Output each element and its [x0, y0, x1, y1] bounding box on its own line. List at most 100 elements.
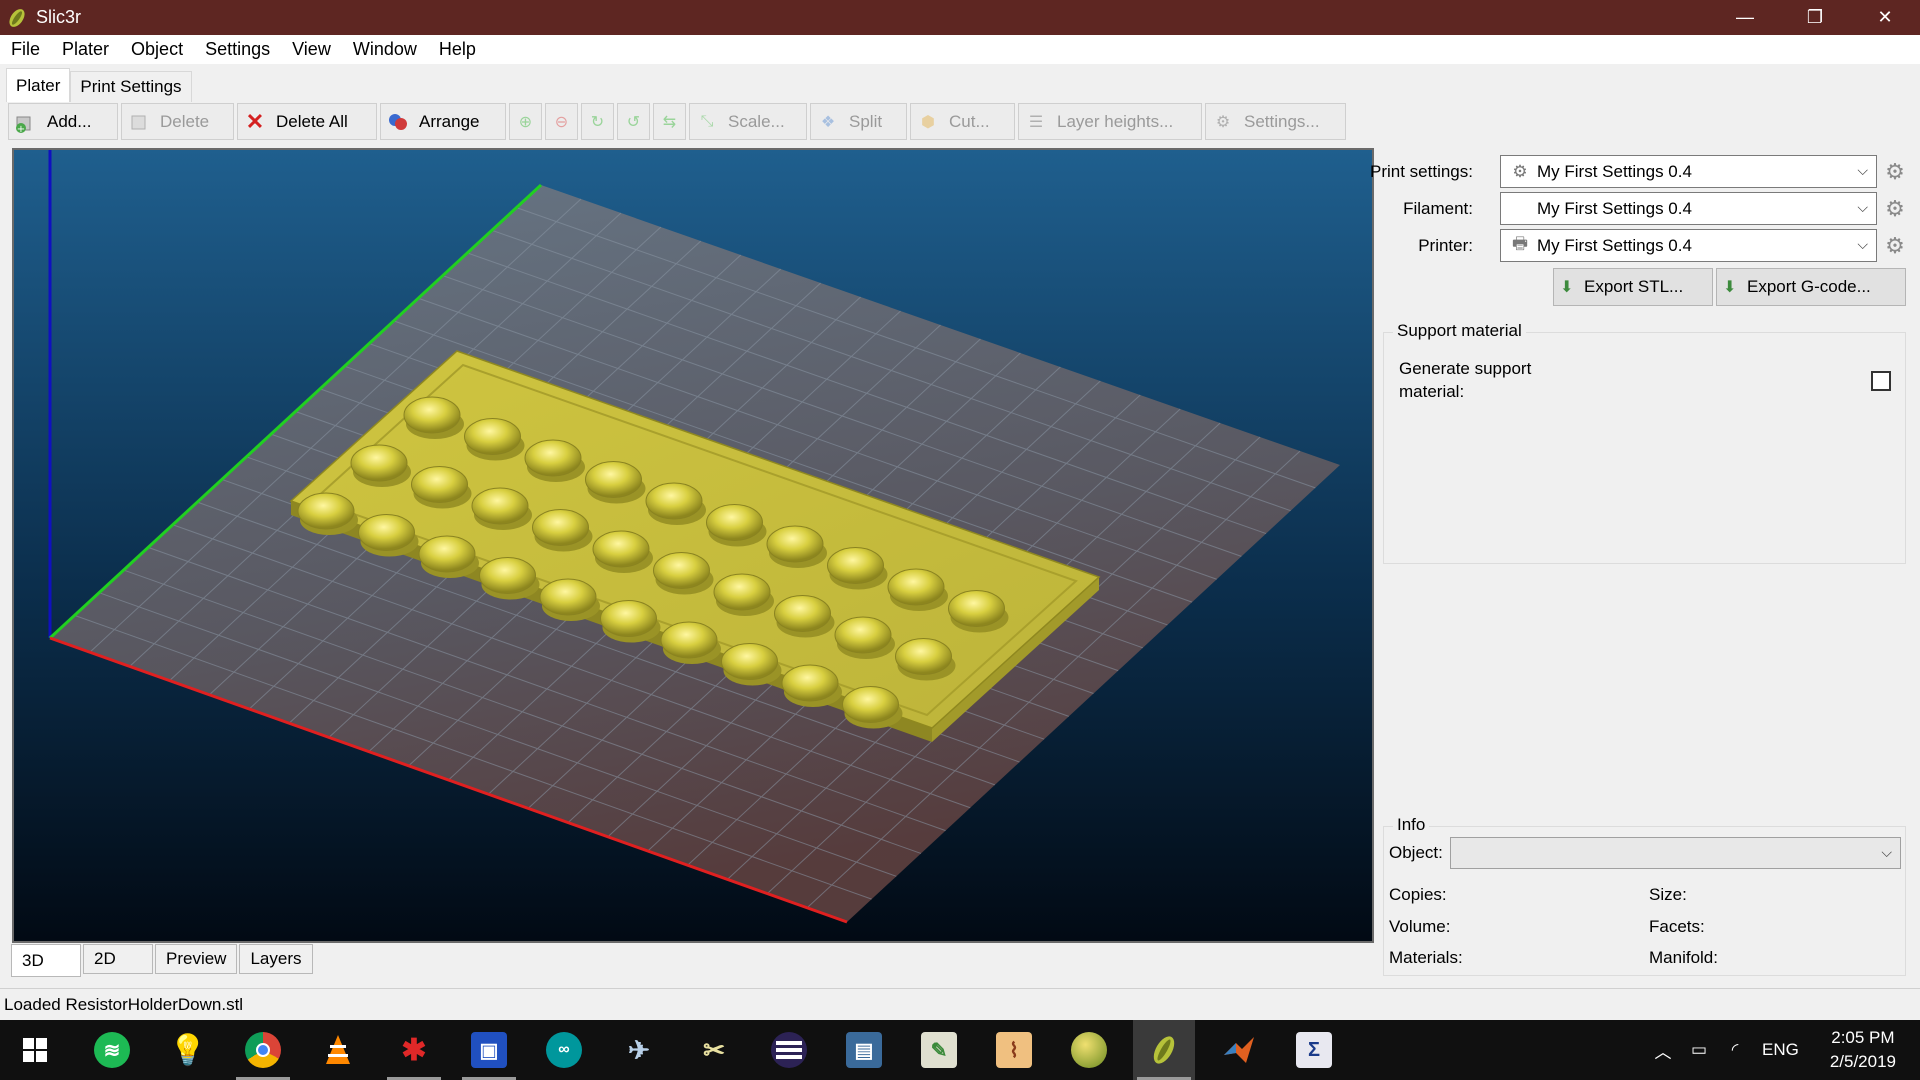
print-settings-cog-icon: ⚙: [1512, 161, 1528, 181]
tab-plater[interactable]: Plater: [6, 68, 71, 102]
slic3r-logo-icon: [1146, 1032, 1182, 1068]
printer-gear-button[interactable]: ⚙: [1883, 234, 1907, 258]
filament-color-icon: [1509, 198, 1531, 220]
vlc-cone-icon: [320, 1032, 356, 1068]
taskbar-clock[interactable]: 2:05 PM 2/5/2019: [1830, 1026, 1896, 1074]
stud-dome: [464, 418, 521, 455]
tab-preview[interactable]: Preview: [155, 944, 238, 974]
taskbar-app-bird[interactable]: ✈: [608, 1020, 670, 1080]
stud-dome: [585, 461, 642, 498]
tab-layers[interactable]: Layers: [239, 944, 313, 974]
decrease-copies-button[interactable]: ⊖: [545, 103, 578, 140]
volume-label: Volume:: [1389, 917, 1451, 936]
print-settings-combo[interactable]: ⚙ My First Settings 0.4 ⌵: [1500, 155, 1877, 188]
scale-button[interactable]: ⤡ Scale...: [689, 103, 807, 140]
taskbar-app-chart[interactable]: ✎: [908, 1020, 970, 1080]
svg-text:+: +: [17, 124, 25, 133]
menu-help[interactable]: Help: [428, 39, 487, 60]
filament-combo[interactable]: My First Settings 0.4 ⌵: [1500, 192, 1877, 225]
menu-object[interactable]: Object: [120, 39, 194, 60]
chevron-down-icon: ⌵: [1857, 162, 1868, 178]
tab-2d[interactable]: 2D: [83, 944, 153, 974]
bird-icon: ✈: [628, 1034, 650, 1065]
menu-plater[interactable]: Plater: [51, 39, 120, 60]
arrange-icon: [387, 111, 409, 133]
cut-button[interactable]: ⬢ Cut...: [910, 103, 1015, 140]
taskbar-eclipse[interactable]: [758, 1020, 820, 1080]
object-label: Object:: [1389, 843, 1443, 862]
spotify-icon: ≋: [94, 1032, 130, 1068]
menu-window[interactable]: Window: [342, 39, 428, 60]
close-button[interactable]: ✕: [1850, 0, 1920, 35]
export-gcode-button[interactable]: ⬇ Export G-code...: [1716, 268, 1906, 306]
minimize-button[interactable]: —: [1710, 0, 1780, 35]
add-button[interactable]: + Add...: [8, 103, 118, 140]
arrange-button[interactable]: Arrange: [380, 103, 506, 140]
taskbar-arduino[interactable]: ∞: [533, 1020, 595, 1080]
export-stl-button[interactable]: ⬇ Export STL...: [1553, 268, 1713, 306]
3d-viewport[interactable]: [12, 148, 1374, 943]
start-button[interactable]: [4, 1020, 66, 1080]
3d-scene[interactable]: [14, 150, 1372, 941]
settings-button[interactable]: ⚙ Settings...: [1205, 103, 1346, 140]
rotate-ccw-button[interactable]: ↺: [617, 103, 650, 140]
menu-file[interactable]: File: [0, 39, 51, 60]
menu-settings[interactable]: Settings: [194, 39, 281, 60]
taskbar-app-schematic[interactable]: ⌇: [983, 1020, 1045, 1080]
tab-3d[interactable]: 3D: [11, 944, 81, 977]
print-settings-gear-button[interactable]: ⚙: [1883, 160, 1907, 184]
arduino-icon: ∞: [546, 1032, 582, 1068]
wifi-icon[interactable]: ◜: [1722, 1040, 1748, 1060]
menu-bar: File Plater Object Settings View Window …: [0, 35, 1920, 64]
taskbar-spotify[interactable]: ≋: [81, 1020, 143, 1080]
delete-button[interactable]: Delete: [121, 103, 234, 140]
chart-doc-icon: ✎: [921, 1032, 957, 1068]
print-settings-row: Print settings: ⚙ My First Settings 0.4 …: [1370, 155, 1913, 189]
split-button[interactable]: ❖ Split: [810, 103, 907, 140]
menu-view[interactable]: View: [281, 39, 342, 60]
stud-dome: [411, 466, 468, 503]
windows-taskbar: ≋ 💡 ✱ ▣ ∞ ✈ ✂ ▤ ✎ ⌇ Σ ︿ ▭ ◜ ENG 2:05 PM …: [0, 1020, 1920, 1080]
taskbar-matlab[interactable]: [1208, 1020, 1270, 1080]
filament-gear-button[interactable]: ⚙: [1883, 197, 1907, 221]
stud-dome: [418, 535, 476, 573]
object-combo[interactable]: ⌵: [1450, 837, 1901, 869]
status-text: Loaded ResistorHolderDown.stl: [4, 994, 244, 1014]
language-indicator[interactable]: ENG: [1762, 1040, 1799, 1060]
rotate-cw-button[interactable]: ↻: [581, 103, 614, 140]
close-icon: ✕: [1877, 7, 1893, 27]
generate-support-label-line1: Generate support: [1399, 359, 1532, 378]
delete-all-button[interactable]: ✕ Delete All: [237, 103, 377, 140]
taskbar-app-tools[interactable]: ✂: [683, 1020, 745, 1080]
cut-label: Cut...: [949, 111, 990, 131]
cut-icon: ⬢: [921, 113, 935, 131]
taskbar-chrome[interactable]: [232, 1020, 294, 1080]
copies-label: Copies:: [1389, 885, 1447, 904]
taskbar-app-sigma[interactable]: Σ: [1283, 1020, 1345, 1080]
taskbar-slic3r[interactable]: [1133, 1020, 1195, 1080]
generate-support-checkbox[interactable]: [1871, 371, 1891, 391]
chevron-down-icon: ⌵: [1881, 844, 1892, 860]
export-stl-icon: ⬇: [1560, 279, 1574, 296]
minus-icon: ⊖: [554, 113, 569, 131]
stud-dome: [774, 595, 831, 632]
restore-button[interactable]: ❐: [1780, 0, 1850, 35]
add-label: Add...: [47, 111, 92, 131]
support-material-group: Support material Generate support materi…: [1383, 321, 1906, 564]
stud-dome: [403, 396, 461, 434]
battery-icon[interactable]: ▭: [1686, 1040, 1712, 1060]
stud-dome: [532, 509, 589, 546]
taskbar-tips[interactable]: 💡: [157, 1020, 219, 1080]
taskbar-app-window[interactable]: ▤: [833, 1020, 895, 1080]
taskbar-vlc[interactable]: [307, 1020, 369, 1080]
taskbar-app-red[interactable]: ✱: [383, 1020, 445, 1080]
taskbar-save-app[interactable]: ▣: [458, 1020, 520, 1080]
taskbar-app-globe[interactable]: [1058, 1020, 1120, 1080]
tray-chevron-up-icon[interactable]: ︿: [1652, 1038, 1674, 1063]
printer-combo[interactable]: 🖶 My First Settings 0.4 ⌵: [1500, 229, 1877, 262]
stud-dome: [358, 514, 415, 551]
increase-copies-button[interactable]: ⊕: [509, 103, 542, 140]
tab-print-settings[interactable]: Print Settings: [70, 71, 192, 102]
layer-heights-button[interactable]: ☰ Layer heights...: [1018, 103, 1202, 140]
mirror-button[interactable]: ⇆: [653, 103, 686, 140]
